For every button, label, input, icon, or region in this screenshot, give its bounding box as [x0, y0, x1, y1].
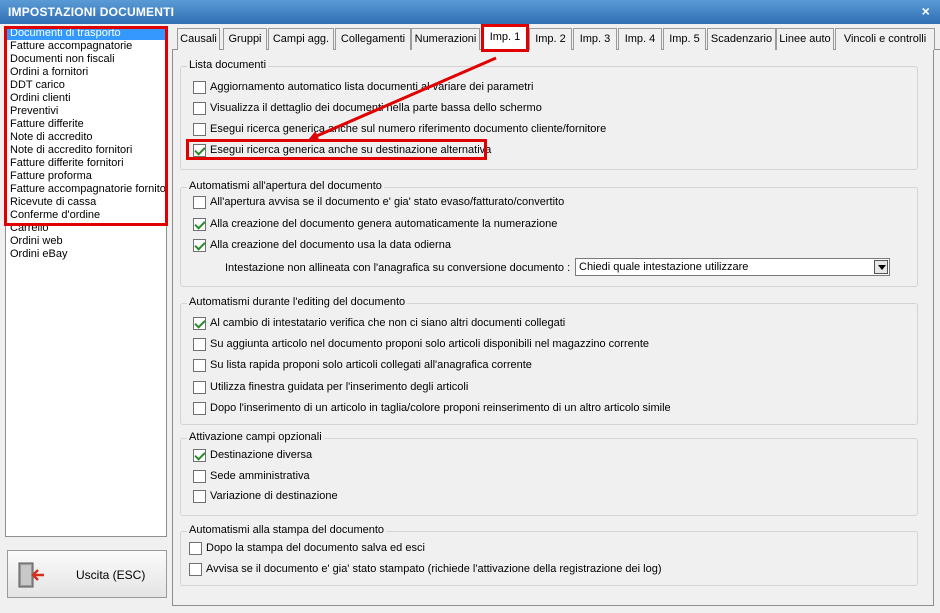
checkbox-checked[interactable]	[193, 317, 206, 330]
checkbox-label: Al cambio di intestatario verifica che n…	[210, 317, 566, 329]
close-icon[interactable]: ×	[922, 3, 930, 19]
checkbox-label: Alla creazione del documento usa la data…	[210, 239, 451, 251]
checkbox-unchecked[interactable]	[189, 563, 202, 576]
checkbox-label: Dopo l'inserimento di un articolo in tag…	[210, 402, 671, 414]
tab-gruppi[interactable]: Gruppi	[223, 28, 267, 50]
tab-imp-3[interactable]: Imp. 3	[573, 28, 617, 50]
checkbox-unchecked[interactable]	[189, 542, 202, 555]
tab-imp-5[interactable]: Imp. 5	[663, 28, 706, 50]
list-item[interactable]: Fatture proforma	[6, 170, 166, 183]
list-item[interactable]: Ricevute di cassa	[6, 196, 166, 209]
list-item[interactable]: Fatture accompagnatorie	[6, 40, 166, 53]
checkbox-label: Sede amministrativa	[210, 470, 310, 482]
exit-button[interactable]: Uscita (ESC)	[7, 550, 167, 598]
checkbox-unchecked[interactable]	[193, 196, 206, 209]
tab-imp-2[interactable]: Imp. 2	[529, 28, 572, 50]
checkbox-unchecked[interactable]	[193, 470, 206, 483]
checkbox-label: Su aggiunta articolo nel documento propo…	[210, 338, 650, 350]
group-title: Lista documenti	[187, 59, 269, 71]
tab-linee-auto[interactable]: Linee auto	[776, 28, 834, 50]
chevron-down-icon[interactable]	[874, 260, 888, 274]
tab-numerazioni[interactable]: Numerazioni	[411, 28, 480, 50]
checkbox-checked[interactable]	[193, 449, 206, 462]
list-item[interactable]: Ordini eBay	[6, 248, 166, 261]
intestazione-combo-label: Intestazione non allineata con l'anagraf…	[225, 262, 571, 274]
checkbox-checked[interactable]	[193, 218, 206, 231]
list-item[interactable]: Preventivi	[6, 105, 166, 118]
checkbox-label: Esegui ricerca generica anche sul numero…	[210, 123, 607, 135]
checkbox-checked[interactable]	[193, 239, 206, 252]
checkbox-unchecked[interactable]	[193, 402, 206, 415]
list-item[interactable]: Carrello	[6, 222, 166, 235]
checkbox-label: All'apertura avvisa se il documento e' g…	[210, 196, 565, 208]
group-title: Automatismi alla stampa del documento	[187, 524, 387, 536]
list-item[interactable]: Conferme d'ordine	[6, 209, 166, 222]
list-item[interactable]: Note di accredito	[6, 131, 166, 144]
checkbox-label: Su lista rapida proponi solo articoli co…	[210, 359, 532, 371]
intestazione-select[interactable]: Chiedi quale intestazione utilizzare	[575, 258, 890, 276]
exit-door-icon	[18, 562, 44, 588]
list-item[interactable]: Ordini clienti	[6, 92, 166, 105]
checkbox-unchecked[interactable]	[193, 359, 206, 372]
group-title: Attivazione campi opzionali	[187, 431, 324, 443]
list-item[interactable]: Documenti non fiscali	[6, 53, 166, 66]
checkbox-label: Dopo la stampa del documento salva ed es…	[206, 542, 425, 554]
document-type-list[interactable]: Documenti di trasporto Fatture accompagna…	[5, 26, 167, 537]
checkbox-unchecked[interactable]	[193, 123, 206, 136]
list-item[interactable]: DDT carico	[6, 79, 166, 92]
group-title: Automatismi durante l'editing del docume…	[187, 296, 408, 308]
list-item[interactable]: Fatture differite	[6, 118, 166, 131]
group-title: Automatismi all'apertura del documento	[187, 180, 384, 192]
tab-campi-agg[interactable]: Campi agg.	[268, 28, 334, 50]
list-item[interactable]: Ordini web	[6, 235, 166, 248]
tab-vincoli-e-controlli[interactable]: Vincoli e controlli	[835, 28, 935, 50]
tab-bar: Causali Gruppi Campi agg. Collegamenti Numer…	[172, 26, 940, 51]
checkbox-unchecked[interactable]	[193, 102, 206, 115]
checkbox-unchecked[interactable]	[193, 381, 206, 394]
list-item[interactable]: Ordini a fornitori	[6, 66, 166, 79]
tab-imp-4[interactable]: Imp. 4	[618, 28, 662, 50]
checkbox-label: Visualizza il dettaglio dei documenti ne…	[210, 102, 542, 114]
intestazione-select-value: Chiedi quale intestazione utilizzare	[579, 261, 749, 273]
tab-scadenzario[interactable]: Scadenzario	[707, 28, 776, 50]
checkbox-label: Avvisa se il documento e' gia' stato sta…	[206, 563, 662, 575]
group-automatismi-stampa: Automatismi alla stampa del documento	[180, 524, 918, 586]
checkbox-unchecked[interactable]	[193, 81, 206, 94]
tab-collegamenti[interactable]: Collegamenti	[335, 28, 411, 50]
list-item[interactable]: Fatture accompagnatorie fornito	[6, 183, 166, 196]
checkbox-label: Utilizza finestra guidata per l'inserime…	[210, 381, 469, 393]
list-item[interactable]: Fatture differite fornitori	[6, 157, 166, 170]
checkbox-label: Destinazione diversa	[210, 449, 313, 461]
window-titlebar: IMPOSTAZIONI DOCUMENTI ×	[0, 0, 940, 24]
checkbox-label: Variazione di destinazione	[210, 490, 338, 502]
checkbox-label: Alla creazione del documento genera auto…	[210, 218, 558, 230]
exit-button-label: Uscita (ESC)	[76, 568, 146, 582]
tab-causali[interactable]: Causali	[177, 28, 220, 50]
checkbox-unchecked[interactable]	[193, 338, 206, 351]
checkbox-label: Aggiornamento automatico lista documenti…	[210, 81, 534, 93]
checkbox-checked[interactable]	[193, 144, 206, 157]
list-item[interactable]: Documenti di trasporto	[6, 27, 166, 40]
window-title: IMPOSTAZIONI DOCUMENTI	[8, 5, 175, 19]
checkbox-unchecked[interactable]	[193, 490, 206, 503]
checkbox-label: Esegui ricerca generica anche su destina…	[210, 144, 492, 156]
list-item[interactable]: Note di accredito fornitori	[6, 144, 166, 157]
tab-imp-1[interactable]: Imp. 1	[481, 26, 529, 51]
